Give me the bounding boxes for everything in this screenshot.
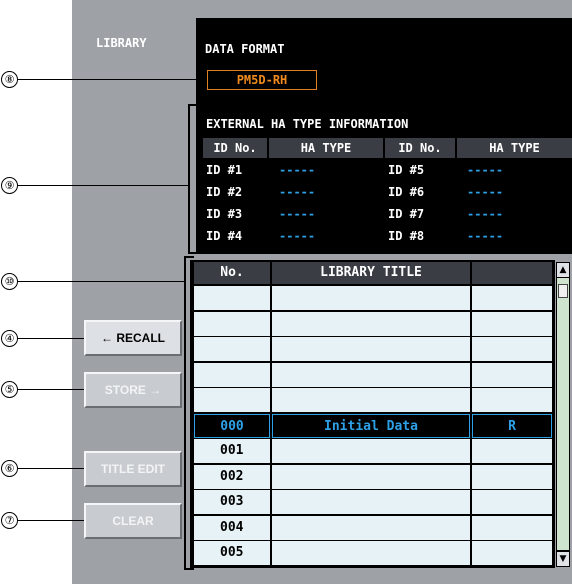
ha-header-id1: ID No. bbox=[203, 138, 267, 158]
callout-bracket bbox=[188, 104, 200, 254]
lib-row-title[interactable] bbox=[272, 337, 470, 361]
callout-line bbox=[18, 338, 84, 339]
data-format-value: PM5D-RH bbox=[207, 70, 317, 90]
lib-row-flag[interactable] bbox=[472, 286, 552, 310]
callout-line bbox=[18, 281, 184, 282]
clear-button[interactable]: CLEAR bbox=[84, 503, 182, 539]
data-format-label: DATA FORMAT bbox=[205, 42, 285, 56]
lib-row-number[interactable]: 004 bbox=[194, 515, 270, 540]
lib-row-number[interactable]: 000 bbox=[194, 413, 270, 438]
ha-header-type1: HA TYPE bbox=[269, 138, 383, 158]
ha-row-id: ID #2 bbox=[203, 182, 267, 202]
ha-row-type: ----- bbox=[457, 160, 572, 180]
lib-row-number[interactable] bbox=[194, 362, 270, 387]
library-scrollbar[interactable]: ▲ ▼ bbox=[556, 262, 570, 567]
lib-header-flag bbox=[472, 262, 552, 284]
lib-header-title: LIBRARY TITLE bbox=[272, 262, 470, 284]
ha-row-type: ----- bbox=[269, 182, 383, 202]
callout-6: ⑥ bbox=[1, 460, 18, 477]
ha-row-id: ID #5 bbox=[385, 160, 455, 180]
lib-row-flag[interactable] bbox=[472, 362, 552, 387]
ha-row-id: ID #6 bbox=[385, 182, 455, 202]
ha-row-type: ----- bbox=[269, 226, 383, 246]
lib-header-no: No. bbox=[194, 262, 270, 284]
lib-row-number[interactable] bbox=[194, 337, 270, 361]
callout-line bbox=[18, 468, 84, 469]
lib-row-title[interactable] bbox=[272, 515, 470, 540]
ha-header-type2: HA TYPE bbox=[457, 138, 572, 158]
lib-row-number[interactable] bbox=[194, 286, 270, 310]
lib-row-title[interactable] bbox=[272, 541, 470, 565]
callout-bracket bbox=[184, 256, 194, 570]
scroll-up-arrow-icon[interactable]: ▲ bbox=[557, 263, 569, 277]
lib-row-flag[interactable] bbox=[472, 337, 552, 361]
lib-row-flag[interactable] bbox=[472, 490, 552, 514]
ha-row-id: ID #7 bbox=[385, 204, 455, 224]
lib-row-number[interactable]: 002 bbox=[194, 464, 270, 489]
lib-row-number[interactable]: 001 bbox=[194, 439, 270, 463]
lib-row-title[interactable] bbox=[272, 286, 470, 310]
lib-row-number[interactable] bbox=[194, 388, 270, 412]
callout-line bbox=[18, 520, 84, 521]
lib-row-title[interactable] bbox=[272, 490, 470, 514]
ha-row-id: ID #1 bbox=[203, 160, 267, 180]
external-ha-title: EXTERNAL HA TYPE INFORMATION bbox=[206, 117, 409, 131]
lib-row-title[interactable] bbox=[272, 388, 470, 412]
ha-row-id: ID #4 bbox=[203, 226, 267, 246]
callout-8: ⑧ bbox=[1, 71, 18, 88]
scroll-down-arrow-icon[interactable]: ▼ bbox=[557, 552, 569, 566]
ha-row-type: ----- bbox=[269, 204, 383, 224]
lib-row-flag[interactable] bbox=[472, 388, 552, 412]
ha-header-id2: ID No. bbox=[385, 138, 455, 158]
scroll-thumb[interactable] bbox=[558, 284, 568, 298]
ha-row-type: ----- bbox=[269, 160, 383, 180]
callout-line bbox=[18, 79, 207, 80]
ha-row-id: ID #8 bbox=[385, 226, 455, 246]
callout-7: ⑦ bbox=[1, 512, 18, 529]
recall-button[interactable]: ← RECALL bbox=[84, 320, 182, 356]
callout-line bbox=[18, 185, 188, 186]
callout-9: ⑨ bbox=[1, 177, 18, 194]
ha-row-type: ----- bbox=[457, 182, 572, 202]
library-table: No. LIBRARY TITLE 000 Initial Data R 001 002… bbox=[190, 260, 555, 568]
lib-row-title[interactable]: Initial Data bbox=[272, 413, 470, 438]
ha-row-id: ID #3 bbox=[203, 204, 267, 224]
ha-row-type: ----- bbox=[457, 204, 572, 224]
store-button[interactable]: STORE → bbox=[84, 372, 182, 408]
lib-row-flag[interactable]: R bbox=[472, 413, 552, 438]
external-ha-table: ID No. HA TYPE ID No. HA TYPE ID #1 ----… bbox=[203, 138, 572, 250]
library-label: LIBRARY bbox=[96, 36, 147, 50]
lib-row-flag[interactable] bbox=[472, 515, 552, 540]
lib-row-title[interactable] bbox=[272, 362, 470, 387]
lib-row-number[interactable]: 003 bbox=[194, 490, 270, 514]
callout-4: ④ bbox=[1, 330, 18, 347]
lib-row-title[interactable] bbox=[272, 439, 470, 463]
lib-row-flag[interactable] bbox=[472, 541, 552, 565]
lib-row-flag[interactable] bbox=[472, 464, 552, 489]
ha-row-type: ----- bbox=[457, 226, 572, 246]
callout-line bbox=[18, 389, 84, 390]
lib-row-title[interactable] bbox=[272, 311, 470, 336]
lib-row-flag[interactable] bbox=[472, 311, 552, 336]
callout-5: ⑤ bbox=[1, 381, 18, 398]
callout-10: ⑩ bbox=[1, 273, 18, 290]
scroll-track[interactable] bbox=[557, 278, 569, 550]
lib-row-number[interactable] bbox=[194, 311, 270, 336]
lib-row-title[interactable] bbox=[272, 464, 470, 489]
lib-row-number[interactable]: 005 bbox=[194, 541, 270, 565]
title-edit-button[interactable]: TITLE EDIT bbox=[84, 451, 182, 487]
lib-row-flag[interactable] bbox=[472, 439, 552, 463]
